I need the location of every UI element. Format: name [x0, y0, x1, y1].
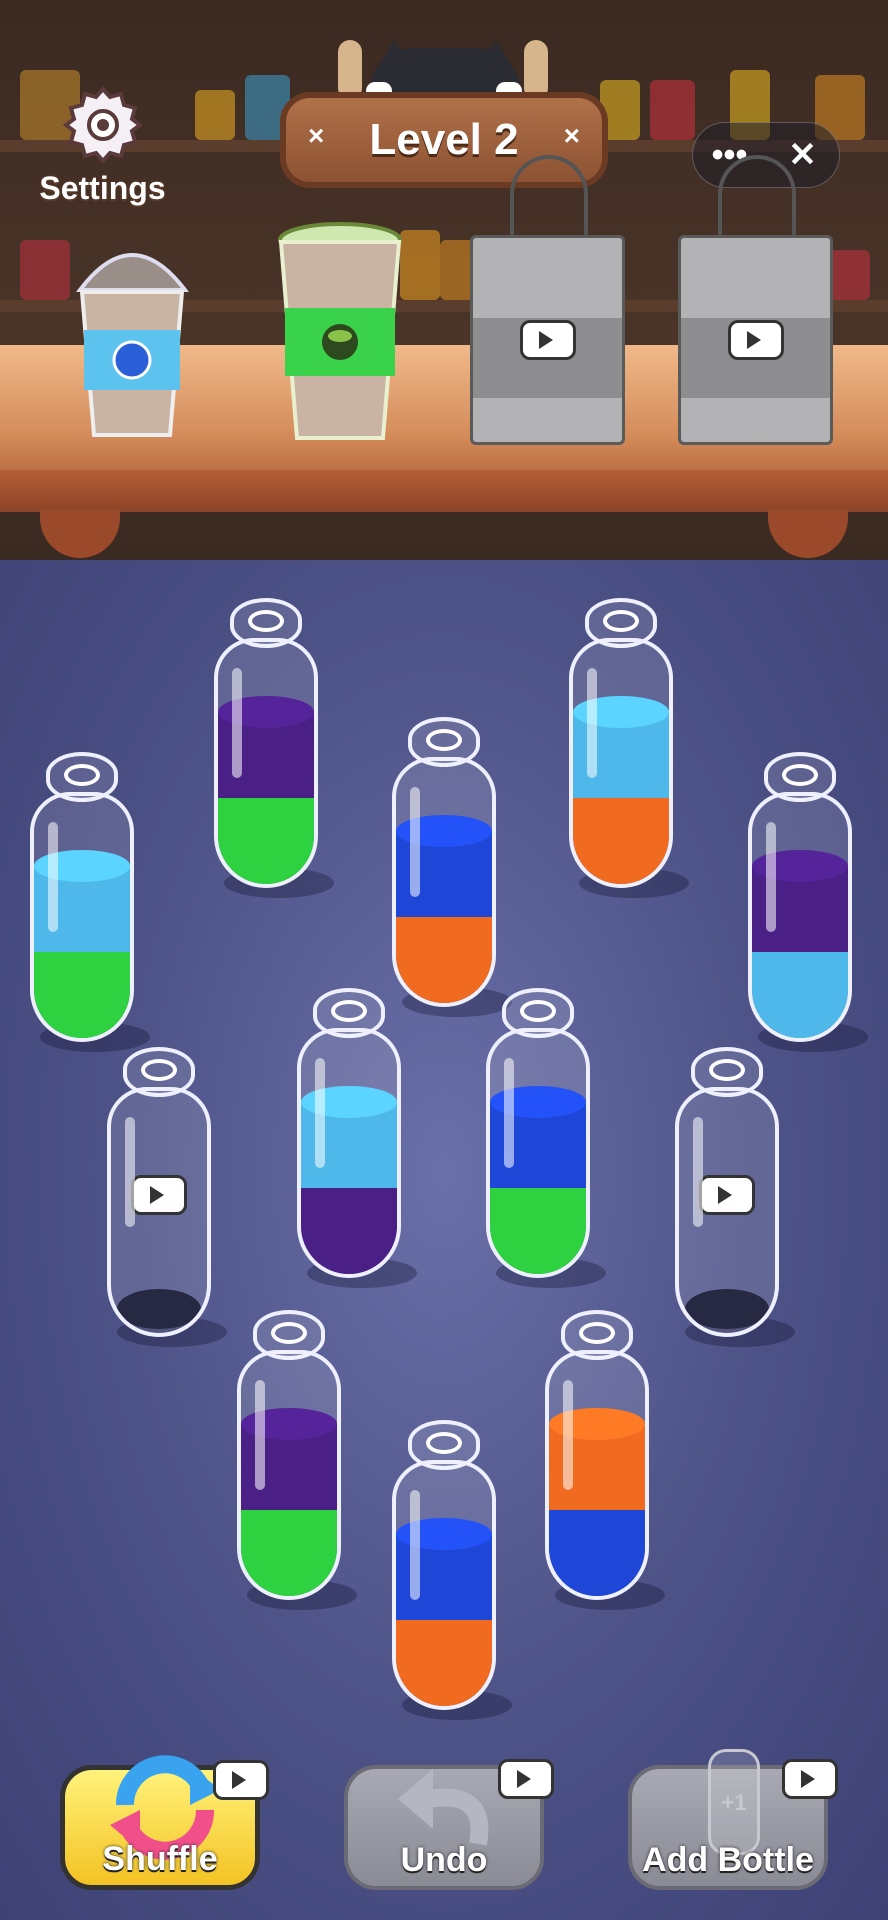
liquid-layer-purple	[241, 1424, 337, 1510]
locked-bottle[interactable]	[107, 1047, 227, 1347]
video-icon	[728, 320, 784, 360]
bottle-body	[297, 1028, 401, 1278]
bottle-body	[237, 1350, 341, 1600]
liquid-layer-lightblue	[34, 866, 130, 952]
bottle[interactable]	[392, 1420, 512, 1720]
bottle[interactable]	[569, 598, 689, 898]
liquid-stack	[549, 1424, 645, 1596]
liquid-stack	[301, 1102, 397, 1274]
bottle-bottom	[117, 1289, 201, 1329]
video-icon	[782, 1759, 838, 1799]
liquid-stack	[490, 1102, 586, 1274]
locked-bottle[interactable]	[675, 1047, 795, 1347]
bottle-body	[30, 792, 134, 1042]
settings-label: Settings	[39, 170, 166, 206]
level-title: Level 2	[369, 115, 519, 164]
liquid-stack	[218, 712, 314, 884]
bottle-bottom	[685, 1289, 769, 1329]
counter-leg	[40, 510, 120, 558]
locked-order-bag[interactable]	[678, 155, 833, 445]
bottle[interactable]	[486, 988, 606, 1288]
bag-handle	[718, 155, 796, 239]
liquid-layer-purple	[218, 712, 314, 798]
bottle-body	[392, 757, 496, 1007]
bottle[interactable]	[545, 1310, 665, 1610]
liquid-layer-blue	[396, 1534, 492, 1620]
bottle-body	[569, 638, 673, 888]
liquid-stack	[752, 866, 848, 1038]
shuffle-label: Shuffle	[102, 1840, 218, 1878]
shelf-product	[20, 240, 70, 300]
counter-leg	[768, 510, 848, 558]
liquid-stack	[573, 712, 669, 884]
bottle[interactable]	[392, 717, 512, 1017]
bottle-icon: +1	[708, 1749, 760, 1855]
undo-label: Undo	[400, 1841, 488, 1879]
cat-ear	[380, 40, 408, 64]
liquid-layer-lightblue	[752, 952, 848, 1038]
settings-button[interactable]: Settings	[30, 85, 175, 207]
liquid-stack	[241, 1424, 337, 1596]
liquid-layer-green	[218, 798, 314, 884]
add-bottle-button[interactable]: +1 Add Bottle	[628, 1749, 838, 1890]
bottle-body	[214, 638, 318, 888]
video-icon	[699, 1175, 755, 1215]
blueberry-cup	[76, 253, 190, 437]
liquid-layer-lightblue	[573, 712, 669, 798]
sign-post	[524, 40, 548, 100]
video-icon	[131, 1175, 187, 1215]
add-bottle-label: Add Bottle	[642, 1841, 814, 1879]
gear-icon	[62, 85, 143, 165]
bottle[interactable]	[237, 1310, 357, 1610]
sign-post	[338, 40, 362, 100]
liquid-layer-green	[490, 1188, 586, 1274]
liquid-stack	[34, 866, 130, 1038]
bottle-body	[748, 792, 852, 1042]
liquid-layer-green	[34, 952, 130, 1038]
liquid-layer-lightblue	[301, 1102, 397, 1188]
liquid-layer-blue	[549, 1510, 645, 1596]
liquid-layer-green	[241, 1510, 337, 1596]
sign-nail: ×	[563, 120, 580, 151]
liquid-layer-orange	[396, 917, 492, 1003]
liquid-layer-purple	[301, 1188, 397, 1274]
liquid-stack	[396, 831, 492, 1003]
bottle-body	[392, 1460, 496, 1710]
bottle-body	[486, 1028, 590, 1278]
add-bottle-badge: +1	[721, 1790, 747, 1815]
shelf-product	[650, 80, 695, 140]
liquid-layer-blue	[490, 1102, 586, 1188]
liquid-layer-orange	[549, 1424, 645, 1510]
liquid-layer-orange	[573, 798, 669, 884]
liquid-layer-orange	[396, 1620, 492, 1706]
shelf-product	[195, 90, 235, 140]
video-icon	[520, 320, 576, 360]
bottle[interactable]	[214, 598, 334, 898]
counter-edge	[0, 470, 888, 512]
liquid-layer-blue	[396, 831, 492, 917]
video-icon	[213, 1760, 269, 1800]
bag-handle	[510, 155, 588, 239]
sign-nail: ×	[308, 120, 325, 151]
matcha-cup	[278, 222, 402, 440]
liquid-layer-purple	[752, 866, 848, 952]
bottle[interactable]	[30, 752, 150, 1052]
bottle[interactable]	[748, 752, 868, 1052]
bottle-body	[545, 1350, 649, 1600]
bottle[interactable]	[297, 988, 417, 1288]
shelf-product	[400, 230, 440, 300]
undo-button[interactable]: Undo	[344, 1759, 554, 1890]
video-icon	[498, 1759, 554, 1799]
liquid-stack	[396, 1534, 492, 1706]
cat-ear	[482, 40, 510, 64]
locked-order-bag[interactable]	[470, 155, 625, 445]
shuffle-button[interactable]: Shuffle	[60, 1755, 269, 1890]
